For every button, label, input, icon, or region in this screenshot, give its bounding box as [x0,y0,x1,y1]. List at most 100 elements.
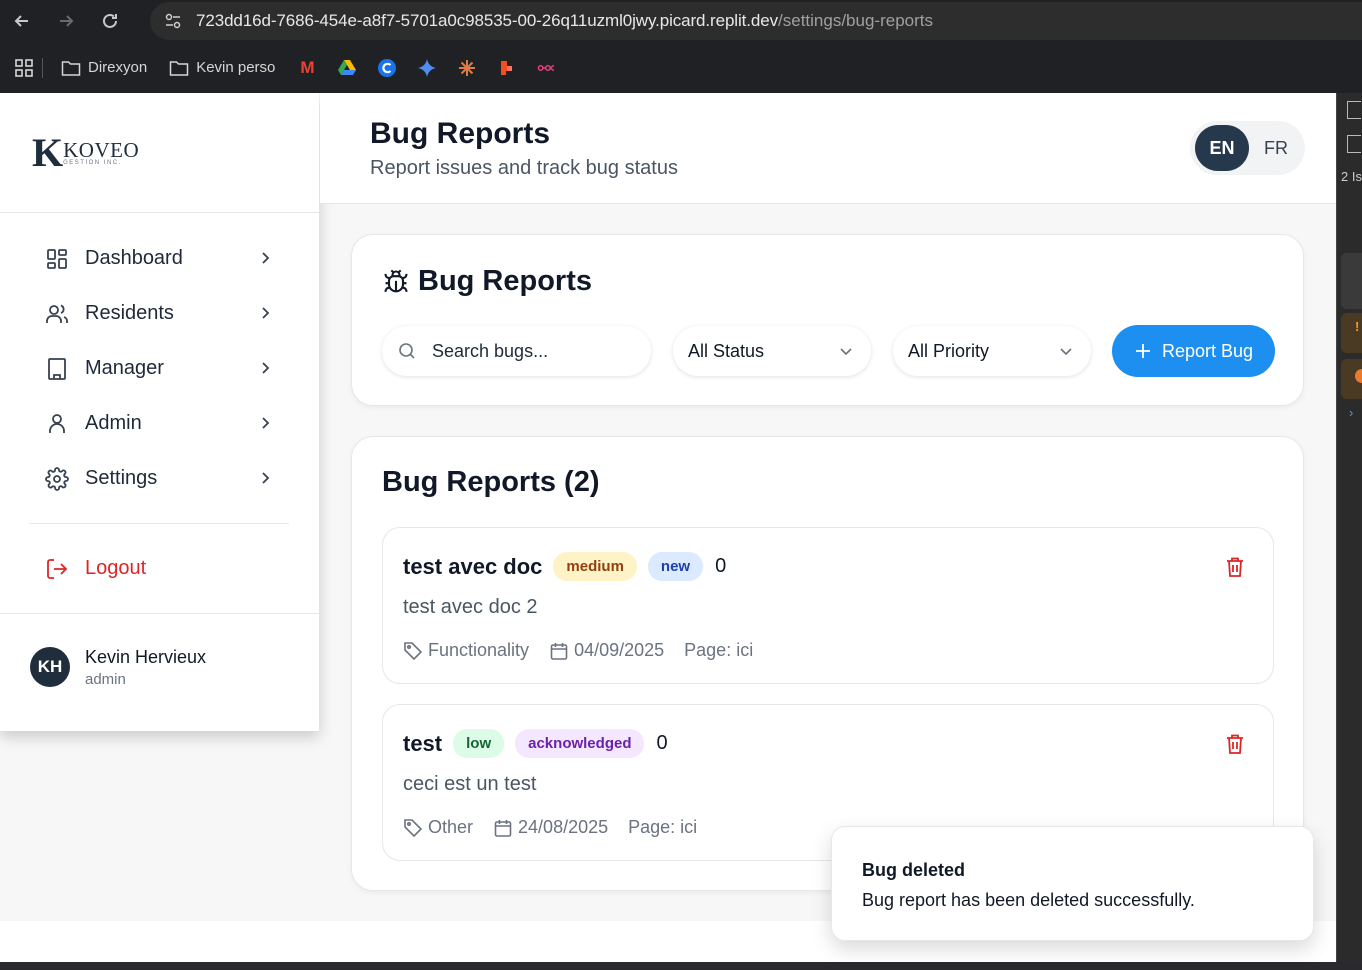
page-label: Page: ici [628,817,698,837]
workflow-icon[interactable] [537,58,557,78]
devtools-panel: 2 Is ! › [1336,93,1362,962]
gmail-icon[interactable]: M [297,58,317,78]
browser-toolbar: 723dd16d-7686-454e-a8f7-5701a0c98535-00-… [0,0,1362,42]
report-bug-button[interactable]: Report Bug [1112,325,1275,377]
building-icon [45,357,69,381]
bug-date: 04/09/2025 [549,640,664,661]
toast-notification[interactable]: Bug deleted Bug report has been deleted … [831,826,1314,941]
gear-icon [45,466,69,491]
toast-title: Bug deleted [862,860,966,880]
reload-button[interactable] [88,0,132,42]
inspect-icon[interactable] [1347,101,1361,119]
forward-button[interactable] [44,0,88,42]
bug-title: test [403,730,443,756]
warning-icon[interactable]: ! [1341,313,1362,353]
back-button[interactable] [0,0,44,42]
apps-grid-icon[interactable] [14,58,34,78]
folder-icon [169,60,189,76]
user-name: Kevin Hervieux [85,646,207,667]
calendar-icon [549,641,569,661]
issues-count[interactable]: 2 Is [1341,169,1362,184]
avatar: KH [30,647,70,687]
bug-header: test low acknowledged 0 [403,729,668,758]
bug-report-item[interactable]: test avec doc medium new 0 test avec doc… [382,527,1274,684]
google-drive-icon[interactable] [337,58,357,78]
user-profile[interactable]: KH Kevin Hervieux admin [0,614,319,720]
lang-fr-button[interactable]: FR [1249,138,1303,159]
user-role: admin [85,670,126,688]
logout-icon [45,557,69,581]
logout-button[interactable]: Logout [0,524,319,614]
status-badge: acknowledged [515,729,645,758]
bug-description: ceci est un test [403,773,537,795]
tag-icon [403,641,423,661]
bug-page: Page: ici [628,817,697,838]
url-path: /settings/bug-reports [778,11,933,30]
bug-icon [382,268,410,296]
priority-filter-select[interactable]: All Priority [893,326,1091,376]
bug-page: Page: ici [684,640,753,661]
gemini-icon[interactable] [417,58,437,78]
status-badge: new [647,552,704,581]
chevron-right-icon[interactable]: › [1349,405,1353,420]
priority-badge: medium [553,552,637,581]
error-icon[interactable] [1341,359,1362,399]
filter-card: Bug Reports All Status All Priority Repo… [351,234,1304,406]
language-switcher: EN FR [1190,121,1305,175]
back-arrow-icon [14,15,28,27]
figma-icon[interactable] [497,58,517,78]
bug-category: Other [403,817,473,838]
forward-arrow-icon [60,15,74,27]
search-icon [397,341,417,361]
dashboard-icon [45,247,69,271]
trash-icon[interactable] [1225,733,1245,755]
status-filter-select[interactable]: All Status [673,326,871,376]
priority-badge: low [453,729,505,758]
search-input[interactable] [432,340,632,362]
device-toggle-icon[interactable] [1347,135,1361,153]
sidebar: K KOVEO GESTION INC. Dashboard Residents [0,93,319,731]
sidebar-item-admin[interactable]: Admin [0,396,319,451]
bookmark-direxyon[interactable]: Direxyon [61,59,147,77]
sidebar-item-label: Residents [85,302,174,324]
bug-description: test avec doc 2 [403,596,538,618]
category-label: Other [428,817,474,837]
bookmarks-separator [42,57,43,78]
chevron-down-icon [1057,342,1075,360]
sidebar-item-residents[interactable]: Residents [0,286,319,341]
c-app-icon[interactable] [377,58,397,78]
bug-count: 0 [656,732,668,754]
filter-card-heading: Bug Reports [418,265,592,297]
window-bottom-edge [0,962,1362,970]
lang-en-button[interactable]: EN [1195,125,1249,171]
bug-title: test avec doc [403,553,543,579]
chevron-right-icon [256,359,274,377]
bug-header: test avec doc medium new 0 [403,552,726,581]
sidebar-item-label: Admin [85,412,142,434]
date-label: 04/09/2025 [574,640,665,660]
toast-message: Bug report has been deleted successfully… [862,890,1195,910]
trash-icon[interactable] [1225,556,1245,578]
site-info-icon[interactable] [162,10,184,32]
sidebar-item-manager[interactable]: Manager [0,341,319,396]
priority-filter-value: All Priority [908,340,990,361]
bug-count: 0 [715,555,727,577]
date-label: 24/08/2025 [518,817,609,837]
chevron-right-icon [256,469,274,487]
sidebar-item-dashboard[interactable]: Dashboard [0,231,319,286]
bug-list-card: Bug Reports (2) test avec doc medium new… [351,436,1304,891]
reload-icon [103,13,117,28]
bookmark-kevin-perso[interactable]: Kevin perso [169,59,275,77]
sidebar-item-settings[interactable]: Settings [0,451,319,506]
logout-label: Logout [85,557,147,579]
bug-date: 24/08/2025 [493,817,608,838]
category-label: Functionality [428,640,530,660]
claude-icon[interactable] [457,58,477,78]
chevron-down-icon [837,342,855,360]
address-bar[interactable]: 723dd16d-7686-454e-a8f7-5701a0c98535-00-… [150,2,1362,40]
bug-meta: Functionality 04/09/2025 Page: ici [403,640,773,661]
devtools-tab[interactable] [1341,253,1362,309]
search-box [382,326,651,376]
sidebar-nav: Dashboard Residents Manager Admin Settin… [0,213,319,506]
brand-logo[interactable]: K KOVEO GESTION INC. [0,93,319,213]
